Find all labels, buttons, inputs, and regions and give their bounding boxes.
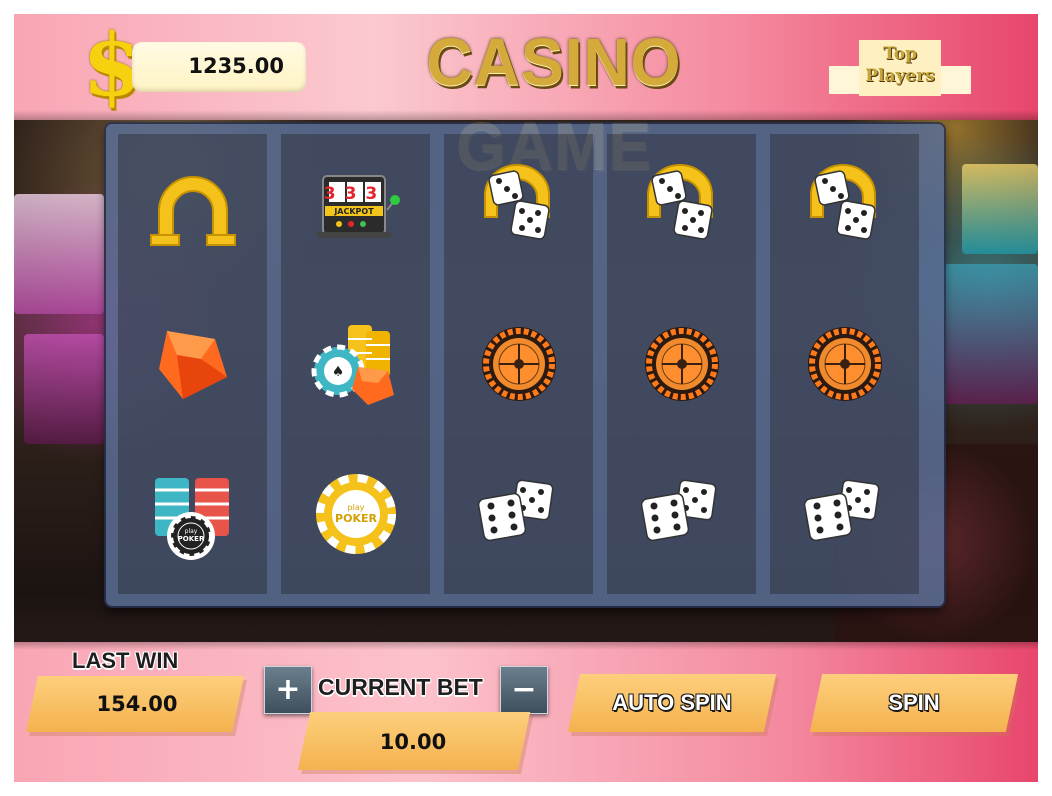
reel-2: 333 JACKPOT ♠ play POKER bbox=[281, 134, 430, 594]
top-players-button[interactable]: Top Players bbox=[829, 40, 971, 96]
dice-icon bbox=[477, 479, 553, 542]
background-slot-machine-right bbox=[944, 264, 1038, 404]
reel-1: play POKER bbox=[118, 134, 267, 594]
background-sign-right bbox=[962, 164, 1038, 254]
balance-display: 1235.00 bbox=[132, 42, 306, 92]
dice-icon bbox=[803, 479, 879, 542]
decrease-bet-button[interactable]: − bbox=[500, 666, 548, 714]
jackpot-word: JACKPOT bbox=[333, 207, 374, 216]
reel-3-symbol-1 bbox=[444, 134, 593, 284]
chips-and-diamond-icon: ♠ bbox=[311, 325, 394, 405]
game-title: CASINO GAME bbox=[426, 24, 682, 184]
horseshoe-dice-icon bbox=[809, 164, 876, 240]
bottom-controls: LAST WIN 154.00 + CURRENT BET − 10.00 AU… bbox=[14, 642, 1038, 782]
auto-spin-label: AUTO SPIN bbox=[612, 690, 732, 715]
reel-3-symbol-2 bbox=[444, 289, 593, 439]
chip-stack-play-text: play bbox=[184, 528, 197, 535]
chip-play-text: play bbox=[347, 503, 364, 512]
game-stage: $ 1235.00 CASINO GAME Top Players bbox=[14, 14, 1038, 782]
reel-4-symbol-3 bbox=[607, 439, 756, 589]
reel-5-symbol-1 bbox=[770, 134, 919, 284]
reel-5-symbol-2 bbox=[770, 289, 919, 439]
poker-chip-icon: play POKER bbox=[315, 474, 396, 554]
reel-3-symbol-3 bbox=[444, 439, 593, 589]
background-slot-machine-left bbox=[14, 194, 104, 314]
roulette-wheel-icon bbox=[644, 327, 719, 401]
horseshoe-dice-icon bbox=[483, 164, 550, 240]
reel-1-symbol-1 bbox=[118, 134, 267, 284]
poker-chip-stack-icon: play POKER bbox=[154, 478, 229, 560]
reel-5-symbol-3 bbox=[770, 439, 919, 589]
svg-text:♠: ♠ bbox=[331, 364, 344, 380]
background-slot-machine-left-lower bbox=[24, 334, 104, 444]
horseshoe-icon bbox=[149, 176, 236, 246]
reel-1-symbol-3: play POKER bbox=[118, 439, 267, 589]
roulette-wheel-icon bbox=[807, 327, 882, 401]
last-win-value: 154.00 bbox=[96, 692, 178, 716]
current-bet-value: 10.00 bbox=[379, 730, 447, 754]
reel-4-symbol-1 bbox=[607, 134, 756, 284]
spin-label: SPIN bbox=[888, 690, 940, 715]
reel-4 bbox=[607, 134, 756, 594]
reels-frame: play POKER 333 JACKPOT ♠ play POKER bbox=[106, 124, 944, 606]
reel-3 bbox=[444, 134, 593, 594]
roulette-wheel-icon bbox=[481, 327, 556, 401]
current-bet-label: CURRENT BET bbox=[318, 674, 483, 700]
jackpot-machine-icon: 333 JACKPOT bbox=[316, 175, 400, 238]
reel-2-symbol-2: ♠ bbox=[281, 289, 430, 439]
chip-poker-text: POKER bbox=[335, 512, 377, 525]
top-players-label-line2: Players bbox=[865, 66, 935, 86]
top-banner: $ 1235.00 CASINO GAME Top Players bbox=[14, 14, 1038, 184]
diamond-icon bbox=[158, 331, 227, 399]
last-win-label: LAST WIN bbox=[72, 648, 179, 673]
spin-button[interactable]: SPIN bbox=[808, 674, 1019, 736]
increase-bet-button[interactable]: + bbox=[264, 666, 312, 714]
reel-2-symbol-3: play POKER bbox=[281, 439, 430, 589]
reel-1-symbol-2 bbox=[118, 289, 267, 439]
balance-value: 1235.00 bbox=[188, 54, 284, 78]
reel-4-symbol-2 bbox=[607, 289, 756, 439]
dice-icon bbox=[640, 479, 716, 542]
chip-stack-poker-text: POKER bbox=[177, 535, 204, 543]
top-players-label: Top Players bbox=[839, 43, 961, 87]
top-players-label-line1: Top bbox=[883, 44, 917, 64]
plus-icon: + bbox=[275, 672, 301, 707]
reel-2-symbol-1: 333 JACKPOT bbox=[281, 134, 430, 284]
reel-5 bbox=[770, 134, 919, 594]
minus-icon: − bbox=[511, 672, 537, 707]
horseshoe-dice-icon bbox=[646, 164, 713, 240]
auto-spin-button[interactable]: AUTO SPIN bbox=[566, 674, 777, 736]
jackpot-digits: 333 bbox=[323, 184, 386, 204]
